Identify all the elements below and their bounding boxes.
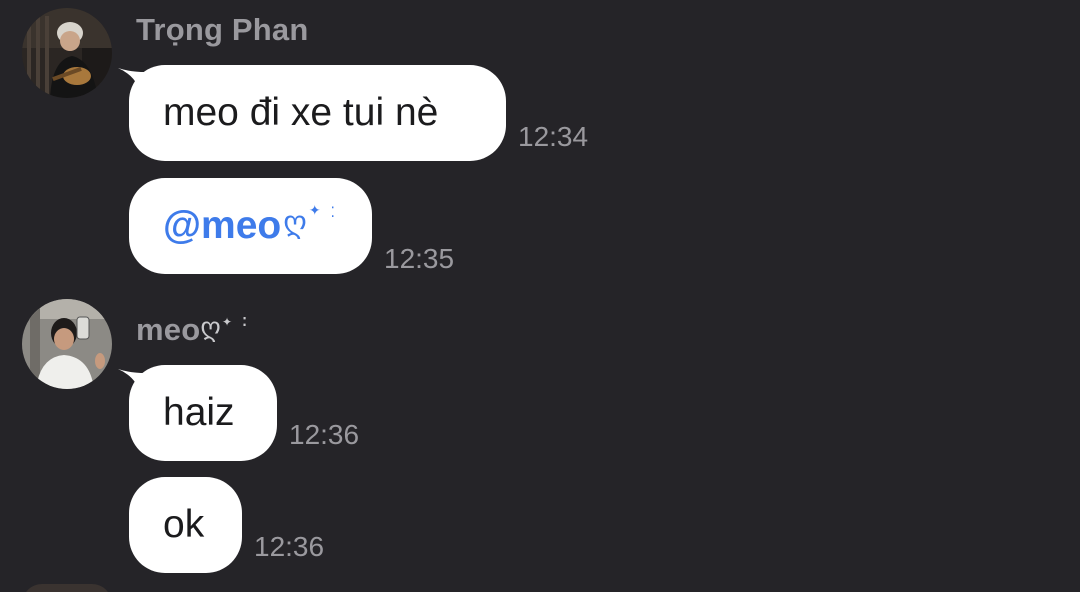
message-text: haiz [163, 391, 235, 434]
message-bubble[interactable]: @meo ღ ✦ ⁚ [129, 178, 372, 274]
dots-decoration-icon: ⁚ [330, 203, 335, 220]
avatar[interactable] [22, 584, 112, 592]
sparkle-icon: ✦ [308, 201, 321, 218]
dots-decoration-icon: ⁚ [242, 315, 248, 329]
message-text: meo đi xe tui nè [163, 91, 439, 134]
avatar-guitar-photo-icon [22, 8, 112, 98]
message-bubble[interactable]: ok [129, 477, 242, 573]
message-time: 12:35 [384, 243, 455, 274]
message-bubble[interactable]: haiz [129, 365, 277, 461]
sender-name: Trọng Phan [136, 12, 309, 47]
message-text: ok [163, 503, 205, 546]
avatar[interactable] [22, 8, 112, 98]
chat-thread: Trọng Phan meo đi xe tui nè 12:34 @meo ღ ✦… [0, 0, 1080, 592]
message-time: 12:36 [254, 531, 325, 562]
message-bubble[interactable]: meo đi xe tui nè [129, 65, 506, 161]
avatar[interactable] [22, 299, 112, 389]
avatar-mirror-selfie-photo-icon [22, 299, 112, 389]
sender-name: meoღ✦ ⁚ [136, 312, 248, 347]
swirl-icon: ღ [200, 312, 221, 342]
swirl-icon: ღ [283, 205, 307, 239]
message-time: 12:34 [518, 121, 589, 152]
message-time: 12:36 [289, 419, 360, 450]
sparkle-icon: ✦ [221, 315, 233, 329]
mention-link[interactable]: @meo [163, 204, 281, 248]
